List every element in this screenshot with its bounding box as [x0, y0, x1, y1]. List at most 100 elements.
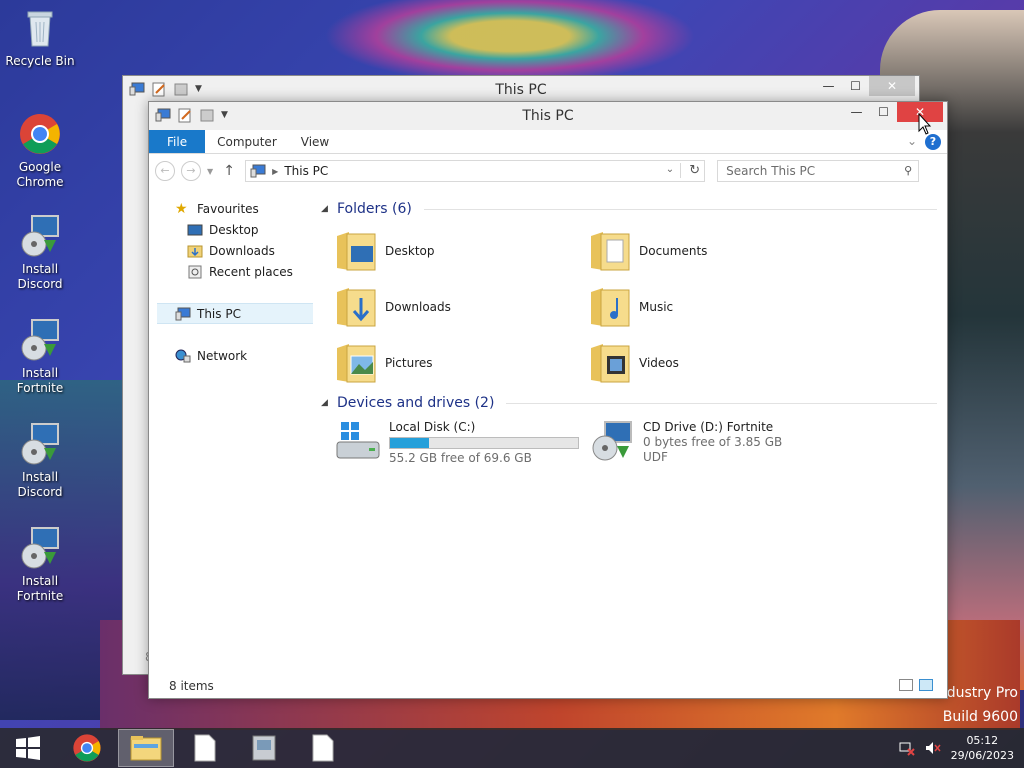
- nav-item-this-pc[interactable]: This PC: [157, 303, 313, 324]
- content-pane: ◢ Folders (6) Desktop Documents Download…: [321, 198, 937, 638]
- os-watermark-build: Build 9600: [942, 709, 1018, 725]
- start-button[interactable]: [0, 729, 56, 767]
- star-icon: ★: [175, 200, 188, 217]
- breadcrumb-arrow-icon[interactable]: ▶: [272, 167, 278, 176]
- desktop-icon-install-fortnite[interactable]: Install Fortnite: [0, 318, 80, 396]
- search-placeholder: Search This PC: [726, 164, 816, 178]
- folder-grid: Desktop Documents Downloads Music Pictur…: [335, 228, 937, 386]
- file-explorer-icon: [130, 736, 162, 761]
- status-bar: 8 items: [149, 674, 947, 698]
- folder-label: Desktop: [385, 244, 435, 258]
- desktop-icon-google-chrome[interactable]: Google Chrome: [0, 112, 80, 190]
- desktop-folder-icon: [337, 232, 376, 271]
- nav-item-network[interactable]: Network: [157, 345, 313, 366]
- taskbar-file-explorer[interactable]: [118, 729, 174, 767]
- taskbar: 05:12 29/06/2023: [0, 728, 1024, 768]
- clock-time: 05:12: [966, 734, 999, 747]
- clock[interactable]: 05:12 29/06/2023: [951, 733, 1014, 763]
- chevron-down-icon[interactable]: ⌄: [666, 164, 674, 175]
- folder-item-pictures[interactable]: Pictures: [335, 340, 589, 386]
- group-header-devices[interactable]: ◢ Devices and drives (2): [321, 392, 937, 414]
- nav-item-downloads[interactable]: Downloads: [157, 240, 313, 261]
- installer-icon: [21, 527, 59, 569]
- maximize-button[interactable]: ☐: [870, 102, 897, 122]
- desktop-icon-install-discord-2[interactable]: Install Discord: [0, 422, 80, 500]
- details-view-icon[interactable]: [899, 679, 913, 691]
- volume-muted-icon[interactable]: [925, 740, 941, 756]
- forward-button[interactable]: →: [181, 161, 201, 181]
- recent-places-icon: [188, 265, 202, 278]
- address-bar[interactable]: ▶ This PC ⌄ ↻: [245, 160, 706, 182]
- drive-usage-bar: [389, 437, 579, 449]
- desktop-icon-label: Install Discord: [17, 262, 63, 291]
- desktop-icon-label: Install Fortnite: [16, 574, 64, 603]
- clock-date: 29/06/2023: [950, 749, 1014, 762]
- drive-name: CD Drive (D:) Fortnite: [643, 420, 774, 434]
- documents-folder-icon: [591, 232, 630, 271]
- group-header-folders[interactable]: ◢ Folders (6): [321, 198, 937, 220]
- tab-file[interactable]: File: [149, 130, 206, 153]
- desktop-icon-label: Install Discord: [17, 470, 63, 499]
- drive-grid: Local Disk (C:) 55.2 GB free of 69.6 GB …: [335, 420, 937, 466]
- desktop-icon-install-fortnite-2[interactable]: Install Fortnite: [0, 526, 80, 604]
- folder-item-documents[interactable]: Documents: [589, 228, 843, 274]
- large-icons-view-icon[interactable]: [919, 679, 933, 691]
- desktop-icon-recycle-bin[interactable]: Recycle Bin: [0, 6, 80, 69]
- folder-item-music[interactable]: Music: [589, 284, 843, 330]
- chevron-down-icon[interactable]: ⌄: [907, 134, 917, 148]
- cd-installer-icon: [592, 421, 632, 461]
- blank-document-icon: [194, 734, 216, 762]
- music-folder-icon: [591, 288, 630, 327]
- blank-document-icon: [312, 734, 334, 762]
- downloads-folder-icon: [337, 288, 376, 327]
- divider: [423, 208, 937, 210]
- desktop-icon-install-discord[interactable]: Install Discord: [0, 214, 80, 292]
- collapse-triangle-icon[interactable]: ◢: [321, 398, 331, 408]
- os-watermark-edition: ndustry Pro: [937, 685, 1018, 701]
- pictures-folder-icon: [337, 344, 376, 383]
- group-title: Folders (6): [337, 201, 412, 217]
- item-count: 8 items: [169, 679, 214, 693]
- computer-icon: [250, 164, 266, 178]
- help-icon[interactable]: ?: [925, 134, 941, 150]
- network-disconnected-icon[interactable]: [899, 740, 915, 756]
- nav-item-recent-places[interactable]: Recent places: [157, 261, 313, 282]
- collapse-triangle-icon[interactable]: ◢: [321, 204, 331, 214]
- search-input[interactable]: Search This PC ⚲: [717, 160, 920, 182]
- nav-item-desktop[interactable]: Desktop: [157, 219, 313, 240]
- taskbar-chrome[interactable]: [59, 729, 115, 767]
- desktop-icon: [187, 224, 203, 235]
- recent-locations-icon[interactable]: ▼: [207, 167, 213, 176]
- up-button[interactable]: ↑: [219, 163, 239, 179]
- window-title: This PC: [495, 82, 547, 98]
- desktop-icon-label: Install Fortnite: [16, 366, 64, 395]
- back-button[interactable]: ←: [155, 161, 175, 181]
- folder-item-videos[interactable]: Videos: [589, 340, 843, 386]
- explorer-window[interactable]: ▼ This PC — ☐ ✕ File Computer View ⌄ ? ←…: [148, 101, 948, 699]
- drive-free-space: 0 bytes free of 3.85 GB: [643, 435, 783, 449]
- maximize-button[interactable]: ☐: [842, 76, 869, 96]
- navigation-pane: ★ Favourites Desktop Downloads Recent pl…: [157, 198, 313, 638]
- minimize-button[interactable]: —: [843, 102, 870, 122]
- desktop-icon-label: Google Chrome: [16, 160, 64, 189]
- folder-item-desktop[interactable]: Desktop: [335, 228, 589, 274]
- folder-item-downloads[interactable]: Downloads: [335, 284, 589, 330]
- tab-view[interactable]: View: [289, 130, 341, 153]
- nav-favourites[interactable]: ★ Favourites: [157, 198, 313, 219]
- refresh-icon[interactable]: ↻: [680, 163, 700, 178]
- taskbar-document-2[interactable]: [295, 729, 351, 767]
- search-icon[interactable]: ⚲: [904, 164, 912, 177]
- taskbar-document-1[interactable]: [177, 729, 233, 767]
- nav-label: Recent places: [209, 264, 293, 279]
- close-button[interactable]: ✕: [869, 76, 915, 96]
- breadcrumb-this-pc[interactable]: This PC: [284, 164, 328, 178]
- tab-computer[interactable]: Computer: [205, 130, 289, 153]
- drive-item-cd-drive[interactable]: CD Drive (D:) Fortnite 0 bytes free of 3…: [589, 420, 843, 466]
- installer-icon: [21, 215, 59, 257]
- downloads-folder-icon: [187, 245, 203, 257]
- title-bar[interactable]: ▼ This PC — ☐ ✕: [149, 102, 947, 130]
- minimize-button[interactable]: —: [815, 76, 842, 96]
- title-bar[interactable]: ▼ This PC — ☐ ✕: [123, 76, 919, 102]
- taskbar-installer[interactable]: [236, 729, 292, 767]
- drive-item-local-disk[interactable]: Local Disk (C:) 55.2 GB free of 69.6 GB: [335, 420, 589, 466]
